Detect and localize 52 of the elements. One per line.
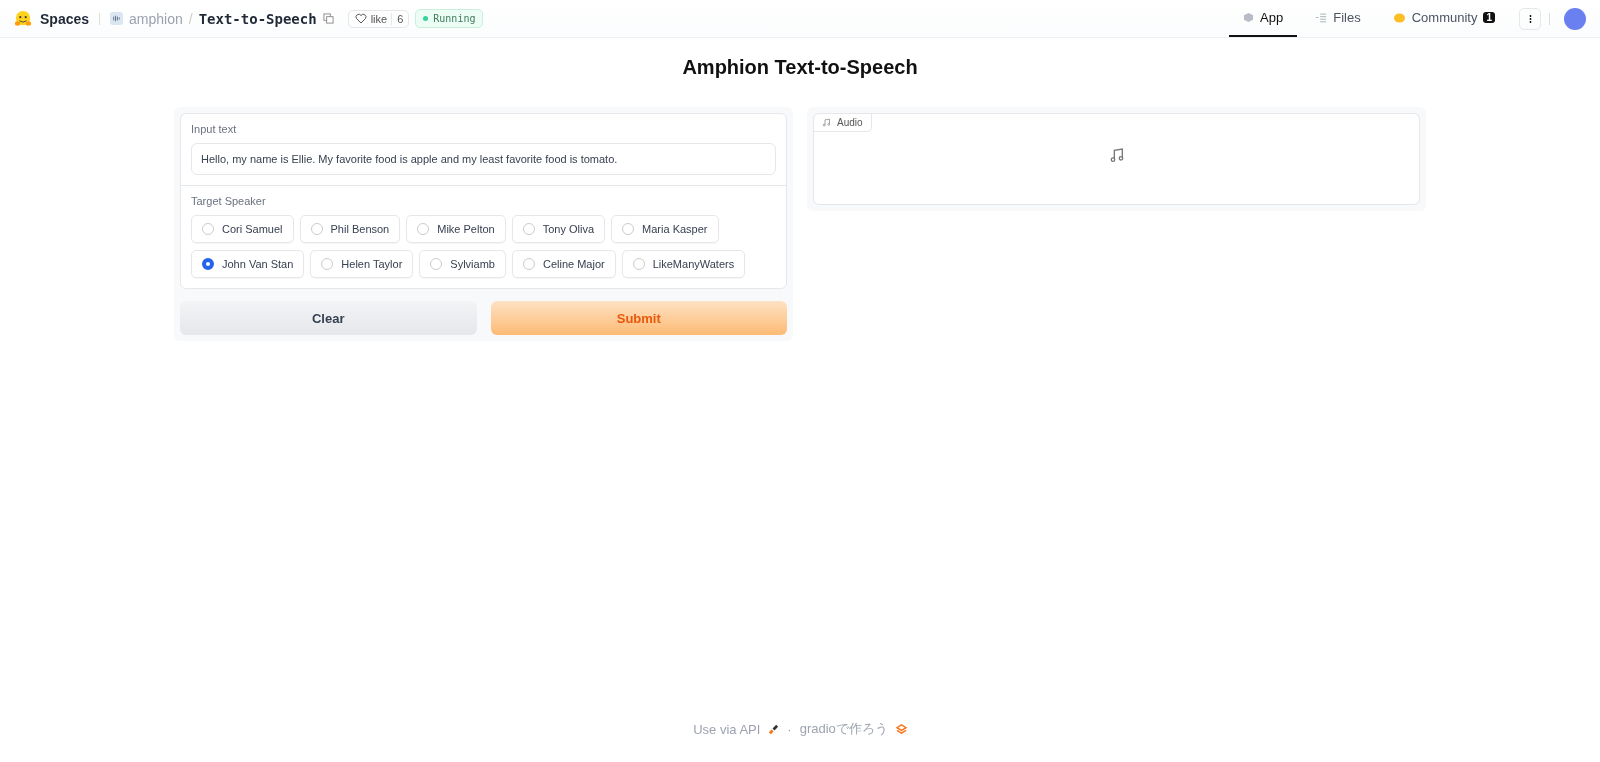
separator-dot: · bbox=[787, 721, 792, 737]
option-label: LikeManyWaters bbox=[652, 258, 735, 270]
radio-option[interactable]: Mike Pelton bbox=[406, 215, 506, 243]
input-field[interactable]: Hello, my name is Ellie. My favorite food is apple and my least favorite food is tomato. bbox=[191, 143, 776, 175]
option-label: Phil Benson bbox=[330, 223, 390, 235]
nav-tab[interactable]: Community 1 bbox=[1378, 0, 1509, 37]
option-label: Celine Major bbox=[542, 258, 605, 270]
radio-option[interactable]: Maria Kasper bbox=[611, 215, 719, 243]
radio-button[interactable] bbox=[202, 258, 214, 270]
label-text: Audio bbox=[837, 117, 863, 128]
status-badge: Running bbox=[415, 9, 484, 28]
option-label: Mike Pelton bbox=[437, 223, 495, 235]
radio-option[interactable]: Phil Benson bbox=[299, 215, 401, 243]
radio-option[interactable]: LikeManyWaters bbox=[621, 250, 746, 278]
kebab-icon bbox=[1528, 13, 1532, 24]
owner-avatar-icon bbox=[110, 12, 124, 25]
radio-option[interactable]: Celine Major bbox=[511, 250, 616, 278]
field-label: Input text bbox=[191, 123, 238, 135]
like-label: like bbox=[370, 12, 388, 25]
path-separator: / bbox=[188, 10, 193, 27]
clear-button[interactable]: Clear bbox=[180, 301, 477, 335]
file-list-icon bbox=[1315, 12, 1328, 23]
field-label: Target Speaker bbox=[191, 195, 267, 207]
option-label: John Van Stan bbox=[222, 258, 294, 270]
rocket-icon bbox=[768, 723, 780, 735]
like-button[interactable]: like 6 bbox=[347, 9, 410, 28]
gradio-logo-icon bbox=[895, 723, 907, 735]
hugging-face-logo-icon bbox=[14, 9, 32, 28]
like-count: 6 bbox=[391, 12, 409, 25]
cube-icon bbox=[1243, 12, 1255, 23]
spaces-link[interactable]: Spaces bbox=[40, 10, 90, 27]
option-label: Tony Oliva bbox=[542, 223, 595, 235]
count-badge: 1 bbox=[1483, 12, 1495, 23]
nav-tab[interactable]: Files bbox=[1301, 0, 1375, 37]
radio-option[interactable]: Tony Oliva bbox=[511, 215, 606, 243]
heart-icon bbox=[354, 13, 367, 24]
radio-option[interactable]: Cori Samuel bbox=[191, 215, 294, 243]
music-note-icon bbox=[822, 118, 831, 127]
option-label: Maria Kasper bbox=[642, 223, 708, 235]
option-label: Sylviamb bbox=[450, 258, 495, 270]
radio-option[interactable]: John Van Stan bbox=[191, 250, 305, 278]
user-avatar[interactable] bbox=[1564, 7, 1586, 30]
radio-option[interactable]: Helen Taylor bbox=[310, 250, 414, 278]
copy-icon[interactable] bbox=[322, 13, 334, 24]
option-label: Helen Taylor bbox=[341, 258, 403, 270]
nav-tab[interactable]: App bbox=[1229, 0, 1298, 37]
music-note-icon bbox=[1108, 147, 1125, 163]
app-title: Amphion Text-to-Speech bbox=[681, 56, 919, 79]
option-label: Cori Samuel bbox=[222, 223, 283, 235]
more-options-button[interactable] bbox=[1519, 7, 1541, 30]
repo-name[interactable]: Text-to-Speech bbox=[198, 10, 317, 27]
radio-option[interactable]: Sylviamb bbox=[419, 250, 506, 278]
